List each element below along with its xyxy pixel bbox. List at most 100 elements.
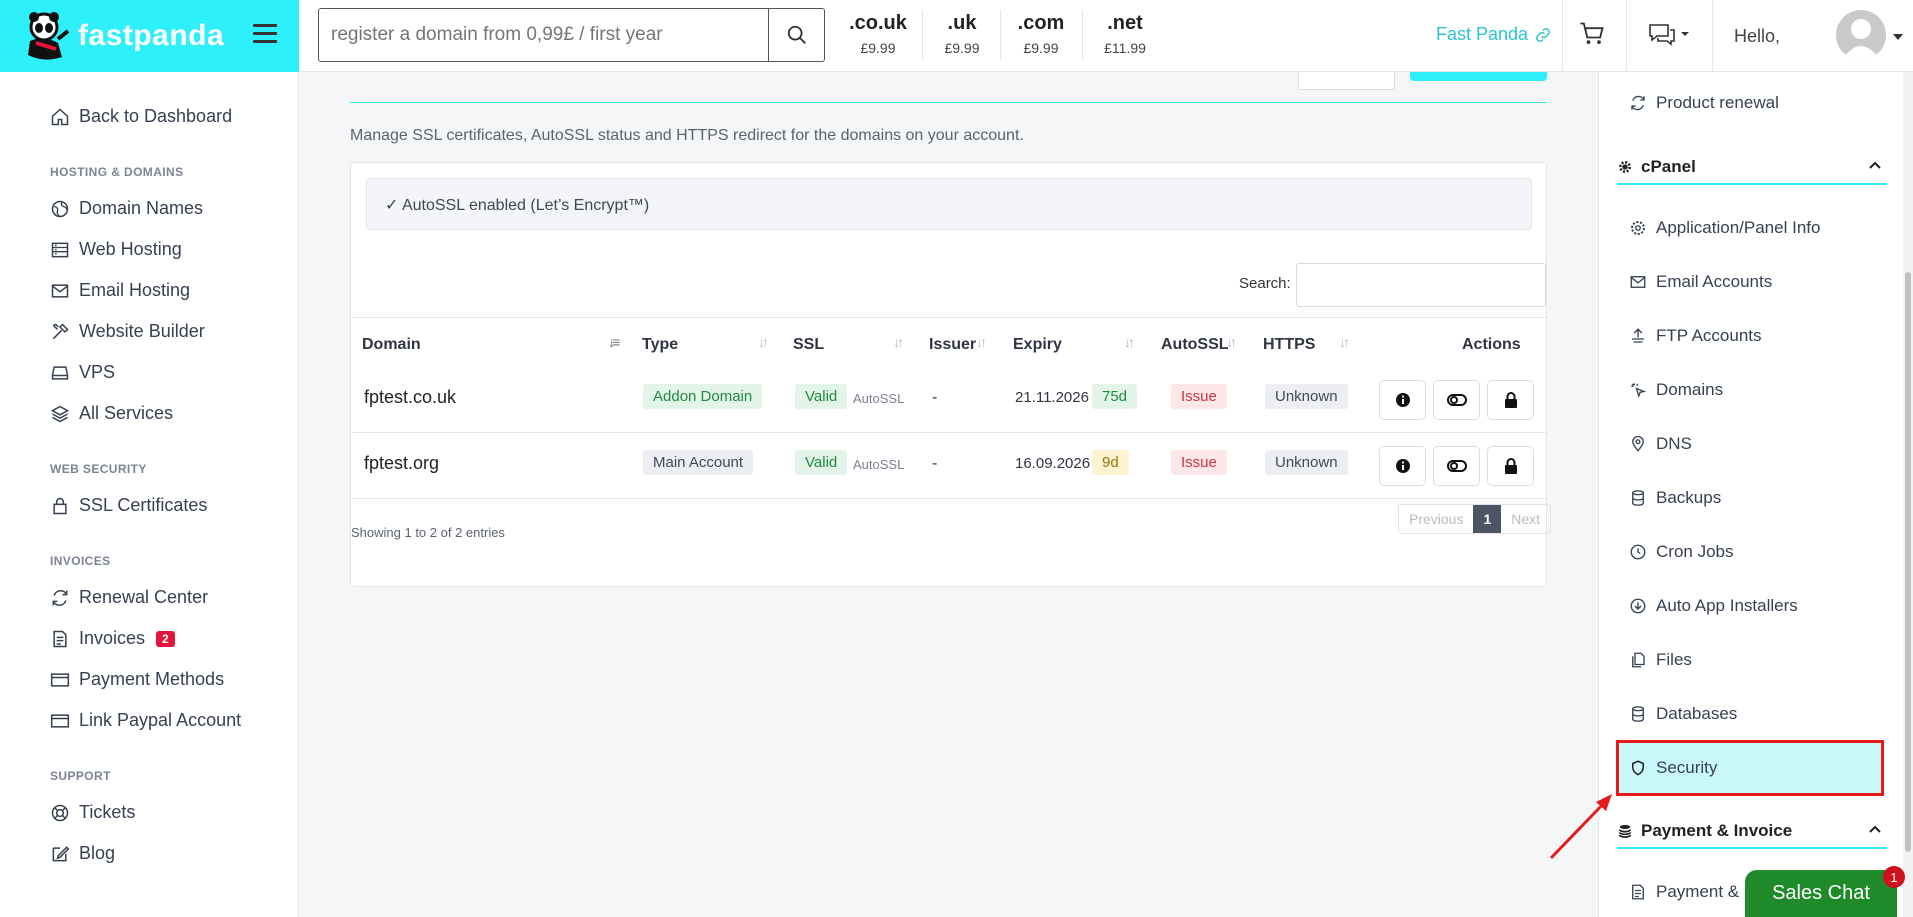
- sales-chat-button[interactable]: Sales Chat: [1745, 870, 1897, 917]
- domain-search-input[interactable]: [319, 9, 768, 61]
- chat-messages-icon[interactable]: [1648, 20, 1692, 48]
- column-header-issuer[interactable]: Issuer: [929, 336, 976, 354]
- sort-icon[interactable]: ↓↑: [1339, 334, 1350, 350]
- refresh-icon: [52, 589, 68, 606]
- sidebar-item-tickets[interactable]: Tickets: [50, 802, 135, 823]
- sort-icon[interactable]: ↓↑: [976, 334, 987, 350]
- link-icon: [1536, 27, 1550, 42]
- header-primary-button[interactable]: [1410, 72, 1547, 81]
- fast-panda-link[interactable]: Fast Panda: [1436, 24, 1552, 45]
- cart-icon[interactable]: [1578, 20, 1606, 48]
- info-button[interactable]: [1379, 380, 1426, 420]
- tld-com[interactable]: .com £9.99: [1015, 12, 1067, 56]
- sidebar-item-link-paypal[interactable]: Link Paypal Account: [50, 710, 241, 731]
- pagination-next[interactable]: Next: [1501, 505, 1550, 533]
- sidebar-item-ssl-certificates[interactable]: SSL Certificates: [50, 495, 207, 516]
- sidebar-item-web-hosting[interactable]: Web Hosting: [50, 239, 182, 260]
- column-header-ssl[interactable]: SSL: [793, 336, 824, 354]
- rsb-item-dns[interactable]: DNS: [1629, 434, 1692, 454]
- sidebar-item-label: Web Hosting: [79, 239, 182, 259]
- column-header-autossl[interactable]: AutoSSL: [1161, 336, 1229, 354]
- envelope-icon: [51, 283, 69, 298]
- page-description: Manage SSL certificates, AutoSSL status …: [350, 127, 1024, 144]
- type-badge: Main Account: [643, 450, 754, 475]
- info-button[interactable]: [1379, 446, 1426, 486]
- pagination-page[interactable]: 1: [1473, 505, 1502, 533]
- rsb-item-label: Domains: [1656, 380, 1724, 399]
- rsb-item-payment[interactable]: Payment & I: [1629, 882, 1749, 902]
- install-ssl-button[interactable]: [1487, 446, 1534, 486]
- expiry-days-badge: 9d: [1092, 450, 1129, 475]
- sort-icon[interactable]: ↓↑: [1124, 334, 1135, 350]
- sidebar-item-blog[interactable]: Blog: [50, 843, 115, 864]
- tld-ext: .co.uk: [849, 12, 907, 34]
- toggle-icon: [1446, 394, 1467, 406]
- sort-icon[interactable]: ↓↑: [893, 334, 904, 350]
- rsb-item-security[interactable]: Security: [1629, 758, 1717, 778]
- sidebar-item-domain-names[interactable]: Domain Names: [50, 198, 203, 219]
- rsb-item-auto-app-installers[interactable]: Auto App Installers: [1629, 596, 1798, 616]
- sidebar-item-payment-methods[interactable]: Payment Methods: [50, 669, 224, 690]
- tld-uk[interactable]: .uk £9.99: [938, 12, 986, 56]
- tld-net[interactable]: .net £11.99: [1097, 12, 1153, 56]
- info-icon: [1395, 459, 1410, 473]
- autossl-status-badge: Issue: [1171, 450, 1227, 475]
- rsb-item-ftp-accounts[interactable]: FTP Accounts: [1629, 326, 1762, 346]
- cpanel-section-header[interactable]: cPanel: [1617, 151, 1887, 185]
- search-button[interactable]: [768, 9, 824, 61]
- rsb-item-cron-jobs[interactable]: Cron Jobs: [1629, 542, 1733, 562]
- divider: [1626, 0, 1627, 72]
- column-header-expiry[interactable]: Expiry: [1013, 336, 1062, 354]
- rsb-item-backups[interactable]: Backups: [1629, 488, 1721, 508]
- https-toggle-button[interactable]: [1433, 380, 1480, 420]
- gear-icon: [1631, 221, 1645, 235]
- sort-icon[interactable]: ↓↑: [1226, 334, 1237, 350]
- left-sidebar: Back to Dashboard HOSTING & DOMAINS Doma…: [0, 72, 299, 917]
- menu-toggle-icon[interactable]: [253, 24, 277, 44]
- sidebar-item-label: Payment Methods: [79, 669, 225, 689]
- chat-unread-badge: 1: [1883, 866, 1905, 888]
- https-toggle-button[interactable]: [1433, 446, 1480, 486]
- rsb-item-databases[interactable]: Databases: [1629, 704, 1737, 724]
- table-search-input[interactable]: [1296, 263, 1546, 307]
- rsb-item-label: Databases: [1656, 704, 1738, 723]
- toggle-icon: [1446, 460, 1467, 472]
- header-secondary-button[interactable]: [1298, 72, 1395, 90]
- install-ssl-button[interactable]: [1487, 380, 1534, 420]
- ssl-note: AutoSSL: [853, 391, 905, 406]
- brand-link-label: Fast Panda: [1436, 24, 1529, 44]
- sort-icon[interactable]: ↓↑: [758, 334, 769, 350]
- payment-invoice-section-header[interactable]: Payment & Invoice: [1617, 815, 1887, 849]
- rsb-item-application-panel-info[interactable]: Application/Panel Info: [1629, 218, 1820, 238]
- sidebar-item-vps[interactable]: VPS: [50, 362, 115, 383]
- column-header-domain[interactable]: Domain: [362, 336, 421, 354]
- column-header-type[interactable]: Type: [642, 336, 678, 354]
- home-icon: [51, 107, 69, 125]
- ssl-status-badge: Valid: [795, 450, 848, 475]
- avatar[interactable]: [1836, 10, 1886, 60]
- sort-icon[interactable]: ↓≡: [608, 334, 620, 350]
- lifebuoy-icon: [51, 804, 69, 821]
- pagination-previous[interactable]: Previous: [1399, 505, 1473, 533]
- sidebar-item-all-services[interactable]: All Services: [50, 403, 173, 424]
- sidebar-item-invoices[interactable]: Invoices 2: [50, 628, 175, 649]
- back-to-dashboard-link[interactable]: Back to Dashboard: [50, 106, 232, 127]
- tld-price: £9.99: [1023, 40, 1059, 56]
- column-header-https[interactable]: HTTPS: [1263, 336, 1315, 354]
- issuer-cell: -: [932, 389, 938, 406]
- rsb-item-email-accounts[interactable]: Email Accounts: [1629, 272, 1772, 292]
- chevron-down-icon[interactable]: [1892, 32, 1904, 42]
- rsb-item-domains[interactable]: Domains: [1629, 380, 1723, 400]
- sidebar-item-renewal-center[interactable]: Renewal Center: [50, 587, 208, 608]
- lock-icon: [1504, 458, 1517, 474]
- scrollbar-thumb[interactable]: [1905, 272, 1911, 852]
- gear-icon: [1619, 161, 1631, 173]
- rsb-item-label: Payment & I: [1656, 882, 1749, 901]
- sidebar-item-email-hosting[interactable]: Email Hosting: [50, 280, 190, 301]
- tld-couk[interactable]: .co.uk £9.99: [848, 12, 908, 56]
- edit-icon: [52, 845, 70, 861]
- sidebar-item-website-builder[interactable]: Website Builder: [50, 321, 205, 342]
- rsb-item-files[interactable]: Files: [1629, 650, 1692, 670]
- product-renewal-link[interactable]: Product renewal: [1629, 93, 1779, 113]
- divider: [1000, 10, 1001, 60]
